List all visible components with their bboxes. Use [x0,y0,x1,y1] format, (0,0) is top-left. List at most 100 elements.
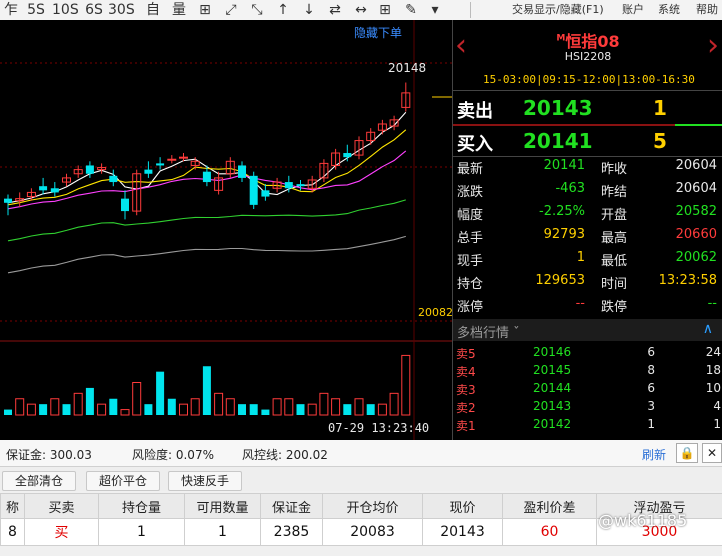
volume-bar [401,354,411,416]
candle-body-up [167,158,177,161]
volume-bar [73,392,83,416]
volume-bar [190,398,200,416]
custom-button[interactable]: 自 [142,1,164,19]
table-cell: 20143 [422,518,503,546]
menu-account[interactable]: 账户 [622,2,644,18]
overprice-close-button[interactable]: 超价平仓 [86,471,160,491]
hide-order-link[interactable]: 隐藏下单 [354,24,402,41]
volume-bar [39,404,48,415]
close-all-button[interactable]: 全部清仓 [2,471,76,491]
column-header[interactable]: 盈利价差 [502,493,597,519]
volume-bar [179,403,188,416]
risk-control-info: 风控线: 200.02 [242,448,328,462]
account-info-bar: 保证金: 300.03 风险度: 0.07% 风控线: 200.02 刷新 🔒 … [0,440,722,467]
column-header[interactable]: 买卖 [24,493,99,519]
depth-volume: 8 [647,363,655,377]
depth-row[interactable]: 卖3 20144 6 10 [453,381,722,399]
quote-value: 20604 [675,158,717,173]
quote-panel: ‹ M恒指08 HSI2208 › 15-03:00|09:15-12:00|1… [452,20,722,440]
candle-body-down [85,165,94,174]
depth-price: 20143 [533,399,572,413]
zoom-out-icon[interactable]: ⤡ [246,1,268,19]
30s-button[interactable]: 30S [108,1,135,19]
table-cell: 2385 [260,518,323,546]
column-header[interactable]: 可用数量 [184,493,261,519]
column-header[interactable]: 现价 [422,493,503,519]
quote-key: 时间 [601,277,628,292]
zoom-in-icon[interactable]: ⤢ [220,1,242,19]
swap-icon[interactable]: ⇄ [324,1,346,19]
layout-icon[interactable]: ⊞ [194,1,216,19]
refresh-link[interactable]: 刷新 [642,446,666,463]
quote-value: -- [707,296,717,311]
volume-bar [132,382,142,416]
close-icon[interactable]: ✕ [702,443,722,463]
cursor-time-label: 07-29 13:23:40 [328,421,430,435]
quote-value: 1 [576,250,585,265]
menu-system[interactable]: 系统 [658,2,680,18]
depth-volume: 1 [647,417,655,431]
draw-icon[interactable]: ✎ [400,1,422,19]
period-button[interactable]: 乍 [0,1,22,19]
depth-row[interactable]: 卖1 20142 1 1 [453,417,722,435]
chart-canvas[interactable] [0,20,452,440]
grid-icon[interactable]: ⊞ [374,1,396,19]
table-cell: 8 [0,518,25,546]
session-hours: 15-03:00|09:15-12:00|13:00-16:30 [483,73,695,86]
menu-help[interactable]: 帮助 [696,2,718,18]
divider [453,90,722,91]
depth-row[interactable]: 卖5 20146 6 24 [453,345,722,363]
quote-value: 20604 [675,181,717,196]
volume-bar [202,366,211,415]
lock-icon[interactable]: 🔒 [676,443,698,463]
quick-reverse-button[interactable]: 快速反手 [168,471,242,491]
candle-body-down [109,175,118,183]
high-price-label: 20148 [388,61,427,75]
buy-row[interactable]: 买入 20141 5 [453,126,722,156]
depth-title-text: 多档行情 [457,326,510,341]
candle-body-down [343,153,352,158]
menu-trade-display[interactable]: 交易显示/隐藏(F1) [512,2,604,18]
10s-button[interactable]: 10S [52,1,79,19]
volume-button[interactable]: 量 [168,1,190,19]
dropdown-icon[interactable]: ▾ [424,1,446,19]
up-icon[interactable]: ↑ [272,1,294,19]
expand-icon[interactable]: ˇ [513,326,520,341]
quote-row: 涨停 -- 跌停 -- [453,296,722,319]
volume-bar [238,404,246,415]
volume-bar [377,403,387,416]
depth-label: 卖3 [456,383,476,397]
depth-cum-volume: 24 [705,345,721,359]
fit-icon[interactable]: ↔ [350,1,372,19]
depth-header[interactable]: 多档行情 ˇ ∧ [453,319,722,341]
column-header[interactable]: 保证金 [260,493,323,519]
collapse-up-icon[interactable]: ∧ [703,321,713,337]
sell-row[interactable]: 卖出 20143 1 [453,93,722,123]
5s-button[interactable]: 5S [25,1,47,19]
kline-chart[interactable]: 隐藏下单 20148 20082 07-29 13:23:40 [0,20,453,440]
column-header[interactable]: 开仓均价 [322,493,423,519]
volume-bar [15,398,25,416]
volume-bar [261,409,270,415]
quote-key: 涨停 [457,300,484,315]
6s-button[interactable]: 6S [83,1,105,19]
ma-line-gray [7,235,406,274]
contract-title: M恒指08 [453,28,722,52]
table-cell: 1 [98,518,185,546]
volume-bar [284,398,294,416]
column-header[interactable]: 持仓量 [98,493,185,519]
down-icon[interactable]: ↓ [298,1,320,19]
quote-key: 最低 [601,254,628,269]
depth-row[interactable]: 卖2 20143 3 4 [453,399,722,417]
quote-key: 持仓 [457,277,484,292]
candle-body-down [4,198,12,203]
next-contract-icon[interactable]: › [707,28,719,63]
volume-bar [120,409,130,416]
quote-value: 20660 [675,227,717,242]
quote-row: 幅度 -2.25% 开盘 20582 [453,204,722,227]
column-header[interactable]: 称 [0,493,25,519]
depth-row[interactable]: 卖4 20145 8 18 [453,363,722,381]
depth-cum-volume: 1 [713,417,721,431]
table-cell: 20083 [322,518,423,546]
toolbar-separator [470,2,471,18]
